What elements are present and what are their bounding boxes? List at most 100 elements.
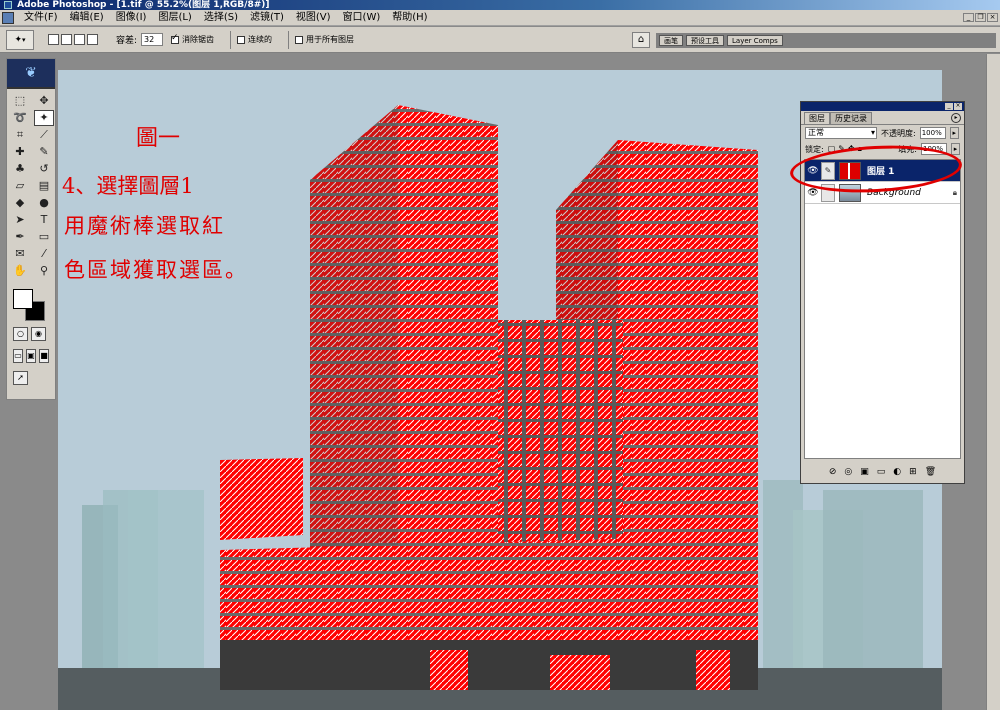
- gradient-tool-icon[interactable]: ▤: [34, 178, 54, 194]
- panel-minimize-button[interactable]: _: [945, 103, 953, 110]
- all-layers-label: 用于所有图层: [306, 35, 355, 44]
- lock-all-icon[interactable]: 🔒︎: [858, 144, 862, 154]
- layer-thumbnail: [839, 161, 861, 180]
- lasso-tool-icon[interactable]: ➰: [10, 110, 30, 126]
- marquee-tool-icon[interactable]: ⬚: [10, 93, 30, 109]
- lock-position-icon[interactable]: ✥: [848, 144, 855, 154]
- standard-mode-icon[interactable]: ○: [13, 327, 28, 341]
- eyedropper-tool-icon[interactable]: ⁄: [34, 246, 54, 262]
- zoom-tool-icon[interactable]: ⚲: [34, 263, 54, 279]
- palette-well-area: ⌂ 画笔 预设工具 Layer Comps: [632, 32, 996, 48]
- new-group-icon[interactable]: ▭: [877, 467, 886, 481]
- tab-history[interactable]: 历史记录: [830, 112, 872, 124]
- antialias-checkbox[interactable]: [171, 33, 180, 44]
- divider: [230, 30, 232, 49]
- menu-window[interactable]: 窗口(W): [337, 11, 387, 25]
- pen-tool-icon[interactable]: ✒: [10, 229, 30, 245]
- tool-preset-picker[interactable]: ✦ ▾: [6, 29, 34, 50]
- path-selection-icon[interactable]: ➤: [10, 212, 30, 228]
- panel-close-button[interactable]: ×: [954, 103, 962, 110]
- dodge-tool-icon[interactable]: ●: [34, 195, 54, 211]
- notes-tool-icon[interactable]: ✉: [10, 246, 30, 262]
- add-style-icon[interactable]: ◎: [844, 467, 852, 481]
- slice-tool-icon[interactable]: ⟋: [34, 127, 54, 143]
- panel-menu-icon[interactable]: ▸: [951, 113, 961, 123]
- history-brush-icon[interactable]: ↺: [34, 161, 54, 177]
- well-tab-tool-presets[interactable]: 预设工具: [686, 34, 724, 46]
- antialias-option[interactable]: 消除锯齿: [171, 33, 214, 45]
- visibility-eye-icon[interactable]: 👁︎: [805, 166, 821, 176]
- menu-edit[interactable]: 编辑(E): [64, 11, 110, 25]
- vertical-scrollbar[interactable]: [986, 54, 1000, 710]
- intersect-selection-button[interactable]: [87, 34, 98, 45]
- shape-tool-icon[interactable]: ▭: [34, 229, 54, 245]
- link-layers-icon[interactable]: ⊘: [829, 467, 837, 481]
- blur-tool-icon[interactable]: ◆: [10, 195, 30, 211]
- opacity-arrow-icon[interactable]: ▸: [949, 127, 959, 139]
- fill-input[interactable]: 100%: [921, 143, 947, 155]
- photoshop-feather-icon[interactable]: ❦: [7, 59, 55, 89]
- lock-label: 锁定:: [805, 144, 824, 154]
- subtract-selection-button[interactable]: [74, 34, 85, 45]
- standard-screen-icon[interactable]: ▭: [13, 349, 23, 363]
- clone-stamp-icon[interactable]: ♣: [10, 161, 30, 177]
- layer-lock-icon: 🔒︎: [952, 187, 957, 197]
- menu-layer[interactable]: 图层(L): [152, 11, 197, 25]
- tolerance-input[interactable]: 32: [141, 33, 164, 46]
- all-layers-option[interactable]: 用于所有图层: [295, 34, 354, 45]
- healing-brush-icon[interactable]: ✚: [10, 144, 30, 160]
- restore-button[interactable]: ❐: [975, 13, 986, 22]
- selection-mode-group: [48, 34, 98, 45]
- add-mask-icon[interactable]: ▣: [860, 467, 869, 481]
- quick-mask-icon[interactable]: ◉: [31, 327, 46, 341]
- new-layer-icon[interactable]: ⊞: [909, 467, 917, 481]
- document-icon[interactable]: [2, 11, 14, 24]
- layer-thumbnail: [839, 183, 861, 202]
- menu-view[interactable]: 视图(V): [290, 11, 337, 25]
- delete-layer-icon[interactable]: 🗑︎: [925, 467, 936, 481]
- visibility-eye-icon[interactable]: 👁︎: [805, 188, 821, 198]
- adjustment-layer-icon[interactable]: ◐: [893, 467, 901, 481]
- brushes-palette-icon[interactable]: ⌂: [632, 32, 650, 48]
- all-layers-checkbox[interactable]: [295, 35, 304, 44]
- menu-filter[interactable]: 滤镜(T): [244, 11, 290, 25]
- layer-row-layer1[interactable]: 👁︎ ✎ 图层 1: [805, 160, 960, 182]
- hand-tool-icon[interactable]: ✋: [10, 263, 30, 279]
- move-tool-icon[interactable]: ✥: [34, 93, 54, 109]
- brush-tool-icon[interactable]: ✎: [34, 144, 54, 160]
- close-button[interactable]: ×: [987, 13, 998, 22]
- contiguous-option[interactable]: 连续的: [237, 34, 272, 45]
- minimize-button[interactable]: _: [963, 13, 974, 22]
- tab-layers[interactable]: 图层: [804, 112, 830, 124]
- well-tab-brushes[interactable]: 画笔: [659, 34, 683, 46]
- annotation-step: 4、選擇圖層1: [62, 174, 194, 198]
- new-selection-button[interactable]: [48, 34, 59, 45]
- divider: [288, 30, 290, 49]
- lock-transparency-icon[interactable]: ▢: [828, 144, 836, 154]
- link-cell[interactable]: [821, 183, 835, 202]
- contiguous-checkbox[interactable]: [237, 35, 246, 44]
- menu-file[interactable]: 文件(F): [18, 11, 64, 25]
- magic-wand-tool-icon[interactable]: ✦: [34, 110, 54, 126]
- full-screen-icon[interactable]: ■: [39, 349, 49, 363]
- crop-tool-icon[interactable]: ⌗: [10, 127, 30, 143]
- link-brush-icon[interactable]: ✎: [821, 161, 835, 180]
- blend-mode-select[interactable]: 正常: [805, 127, 877, 139]
- opacity-input[interactable]: 100%: [919, 127, 946, 139]
- foreground-color-swatch[interactable]: [13, 289, 33, 309]
- annotation-instruction-cont: 色區域獲取選區。: [64, 258, 248, 282]
- mask-mode-row: ○ ◉: [7, 323, 55, 345]
- full-screen-menu-icon[interactable]: ▣: [26, 349, 36, 363]
- lock-pixels-icon[interactable]: ✎: [838, 144, 845, 154]
- layer-row-background[interactable]: 👁︎ Background 🔒︎: [805, 182, 960, 204]
- jump-row: ➚: [7, 367, 55, 389]
- eraser-tool-icon[interactable]: ▱: [10, 178, 30, 194]
- menu-select[interactable]: 选择(S): [198, 11, 244, 25]
- well-tab-layer-comps[interactable]: Layer Comps: [727, 34, 783, 46]
- fill-arrow-icon[interactable]: ▸: [951, 143, 960, 155]
- jump-to-imageready-icon[interactable]: ➚: [13, 371, 28, 385]
- type-tool-icon[interactable]: T: [34, 212, 54, 228]
- menu-image[interactable]: 图像(I): [110, 11, 153, 25]
- menu-help[interactable]: 帮助(H): [386, 11, 433, 25]
- add-selection-button[interactable]: [61, 34, 72, 45]
